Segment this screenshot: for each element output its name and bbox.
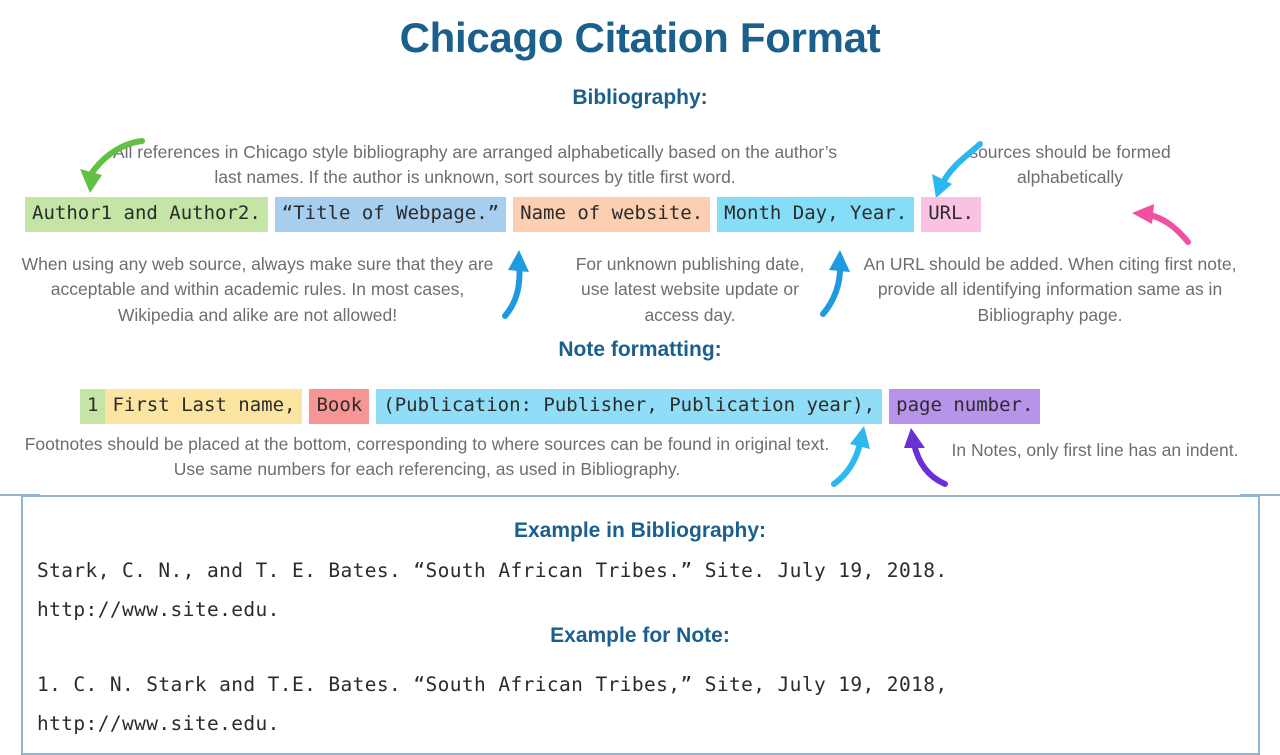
example-bibliography-line-2: http://www.site.edu. [37, 598, 280, 621]
example-bibliography-heading: Example in Bibliography: [513, 519, 767, 542]
purple-arrow-to-page-number [904, 428, 948, 487]
chip-gap [268, 197, 275, 232]
note-template-row: 1 First Last name, Book (Publication: Pu… [80, 389, 1041, 424]
chip-url[interactable]: URL. [921, 197, 981, 232]
cyan-arrow-to-publication [831, 426, 870, 487]
annotation-authors: All references in Chicago style bibliogr… [112, 142, 838, 188]
example-note-heading: Example for Note: [550, 624, 730, 647]
infographic-canvas: Chicago Citation Format Bibliography: Al… [0, 0, 1280, 755]
chip-author-name[interactable]: First Last name, [105, 389, 303, 424]
chip-page-number[interactable]: page number. [889, 389, 1041, 424]
chip-title[interactable]: “Title of Webpage.” [274, 197, 507, 232]
chip-gap [882, 389, 889, 424]
annotation-alphabetical: sources should be formed alphabetically [969, 142, 1171, 188]
blue-arrow-to-title [502, 250, 529, 319]
chip-book-title[interactable]: Book [309, 389, 370, 424]
page-title: Chicago Citation Format [399, 14, 881, 61]
chip-publication[interactable]: (Publication: Publisher, Publication yea… [376, 389, 883, 424]
example-note-line-1: 1. C. N. Stark and T.E. Bates. “South Af… [37, 673, 948, 696]
annotation-url: An URL should be added. When citing firs… [863, 254, 1237, 325]
chip-gap [369, 389, 376, 424]
chip-authors[interactable]: Author1 and Author2. [25, 197, 268, 232]
annotation-footnotes: Footnotes should be placed at the bottom… [24, 434, 830, 480]
chip-gap [710, 197, 717, 232]
bibliography-template-row: Author1 and Author2. “Title of Webpage.”… [25, 197, 981, 232]
chip-gap [914, 197, 921, 232]
example-bibliography-line-1: Stark, C. N., and T. E. Bates. “South Af… [37, 559, 948, 582]
chip-gap [302, 389, 309, 424]
example-note-line-2: http://www.site.edu. [37, 712, 280, 735]
chip-note-number[interactable]: 1 [80, 389, 106, 424]
chip-gap [506, 197, 513, 232]
bibliography-heading: Bibliography: [572, 86, 708, 109]
annotation-web-source: When using any web source, always make s… [21, 254, 494, 325]
note-formatting-heading: Note formatting: [558, 338, 722, 361]
annotation-indent: In Notes, only first line has an indent. [951, 440, 1239, 460]
chip-website-name[interactable]: Name of website. [513, 197, 711, 232]
chip-date[interactable]: Month Day, Year. [717, 197, 915, 232]
pink-arrow-to-url [1132, 204, 1191, 245]
annotation-publishing-date: For unknown publishing date, use latest … [575, 254, 805, 325]
